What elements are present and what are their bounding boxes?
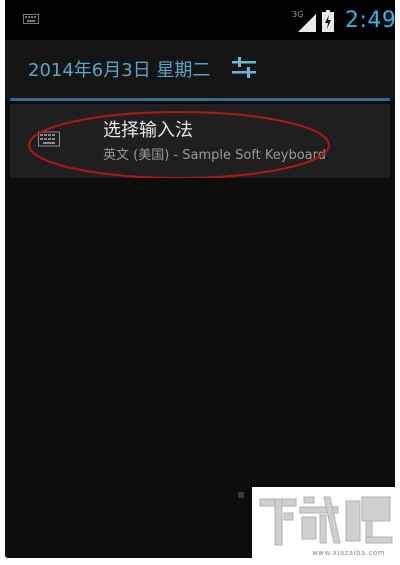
settings-icon[interactable]: [231, 56, 257, 80]
header-divider: [10, 98, 390, 101]
drag-handle[interactable]: [238, 492, 244, 498]
watermark-logo: www.xiazaiba.com: [252, 487, 400, 565]
notification-item-input-method[interactable]: 选择输入法 英文 (美国) - Sample Soft Keyboard: [10, 104, 390, 178]
keyboard-status-icon: [23, 14, 39, 24]
watermark-url: www.xiazaiba.com: [312, 549, 385, 557]
header-date: 2014年6月3日 星期二: [28, 60, 211, 81]
notification-title: 选择输入法: [103, 120, 193, 141]
status-bar: 3G 2:49: [5, 0, 395, 40]
notification-header: 2014年6月3日 星期二: [5, 40, 395, 98]
phone-screen: 3G 2:49 2014年6月3日 星期二 选择输入法 英文 (美国) - Sa…: [5, 0, 395, 558]
watermark-logo-icon: [259, 496, 393, 546]
notification-subtitle: 英文 (美国) - Sample Soft Keyboard: [103, 148, 326, 163]
keyboard-icon: [38, 131, 60, 147]
battery-icon: [322, 10, 334, 32]
signal-icon: [298, 14, 316, 32]
status-time: 2:49: [345, 8, 395, 33]
